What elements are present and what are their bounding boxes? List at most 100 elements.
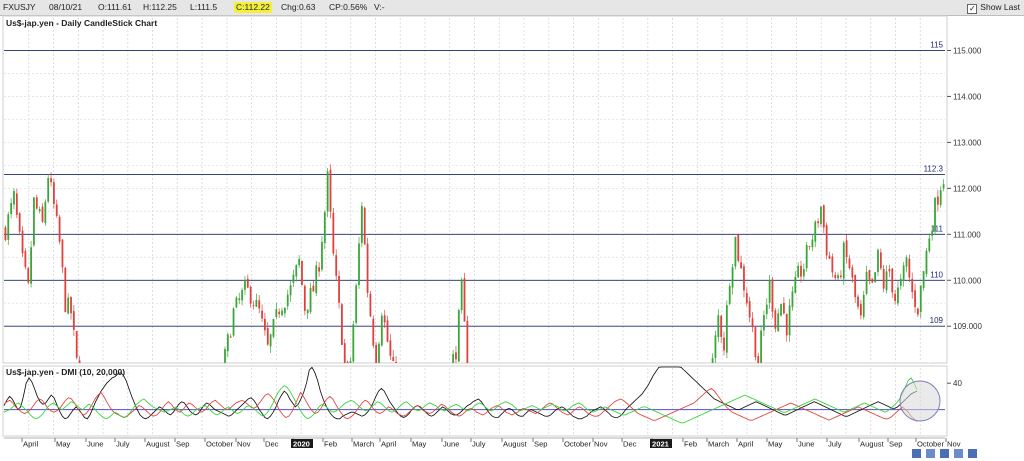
level-label: 109 [930,316,944,325]
candle-up [791,291,794,308]
candle-down [743,266,745,291]
zoom-out-icon[interactable] [940,449,949,458]
candle-down [914,290,916,307]
price-axis-label: 109.000 [953,322,982,331]
scroll-right-icon[interactable] [968,449,977,458]
candle-up [275,309,278,318]
candle-down [50,178,52,183]
candle-down [346,361,349,363]
candle-down [882,269,885,289]
candle-down [341,304,343,345]
candle-down [75,331,78,358]
candle-up [298,258,301,266]
candle-down [252,304,255,306]
candle-up [788,305,791,336]
candle-down [278,311,281,315]
candle-up [226,334,229,352]
candle-down [369,293,372,317]
time-axis-month-label: Dec [265,440,279,449]
time-axis-month-label: July [116,440,130,449]
candle-up [763,315,765,331]
candle-up [224,349,226,363]
candle-up [358,243,360,285]
candle-down [868,270,871,280]
candle-up [714,335,717,359]
candle-up [939,190,942,205]
candle-down [737,234,740,261]
scroll-left-icon[interactable] [912,449,921,458]
candle-down [264,318,266,331]
candle-down [857,296,859,307]
time-axis-month-label: Feb [324,440,337,449]
candle-down [782,303,785,314]
candle-down [53,182,55,204]
candle-down [845,240,848,258]
candle-up [272,319,275,337]
candle-up [934,197,936,232]
time-axis-month-label: April [381,440,397,449]
candle-up [925,250,928,274]
candle-down [375,344,378,363]
candle-up [323,212,326,243]
time-axis-month-label: May [56,440,71,449]
price-axis-label: 112.000 [953,184,982,193]
candle-up [355,285,358,323]
candle-up [241,290,244,301]
dmi-axis-label: 40 [953,379,962,388]
candle-up [286,294,289,307]
candle-up [38,209,41,212]
candle-up [862,294,865,317]
candle-up [7,214,10,240]
candle-down [840,275,842,277]
candle-down [740,262,743,269]
time-axis-month-label: Feb [684,440,697,449]
candle-down [748,301,751,318]
candle-down [871,278,874,283]
candle-down [366,243,369,293]
candle-down [848,258,851,269]
candle-down [229,336,232,338]
candle-up [255,299,258,307]
candle-up [797,265,800,278]
candle-down [908,258,911,278]
candle-up [10,202,13,215]
candle-down [343,343,346,363]
candle-up [842,242,845,279]
candle-up [794,277,797,293]
candle-up [13,190,15,205]
price-axis-label: 110.000 [953,276,982,285]
candle-down [392,356,395,361]
zoom-in-icon[interactable] [926,449,935,458]
candle-down [363,207,366,245]
candle-up [805,245,808,269]
candle-down [58,216,61,242]
candle-down [859,304,862,316]
time-axis-month-label: March [353,440,374,449]
candle-down [851,267,854,278]
time-axis-month-label: August [860,440,885,449]
candle-down [389,340,392,356]
candle-up [349,360,352,363]
candle-up [452,354,455,363]
candle-down [303,285,306,311]
candle-down [55,204,58,217]
fit-chart-icon[interactable] [954,449,963,458]
candle-down [261,310,263,319]
candle-up [777,313,780,332]
time-axis-month-label: October [564,440,591,449]
time-axis-month-label: April [23,440,39,449]
candle-down [249,286,252,304]
candle-up [378,343,380,363]
candle-down [936,196,939,205]
candle-up [728,286,731,304]
candle-up [811,239,814,248]
candle-up [47,178,50,202]
time-axis-month-label: June [443,440,459,449]
time-axis-month-label: May [412,440,427,449]
candle-up [33,197,35,246]
candle-down [329,169,332,212]
candle-down [808,246,811,247]
time-axis-month-label: June [87,440,103,449]
candle-up [837,275,839,279]
price-axis-label: 115.000 [953,46,982,55]
